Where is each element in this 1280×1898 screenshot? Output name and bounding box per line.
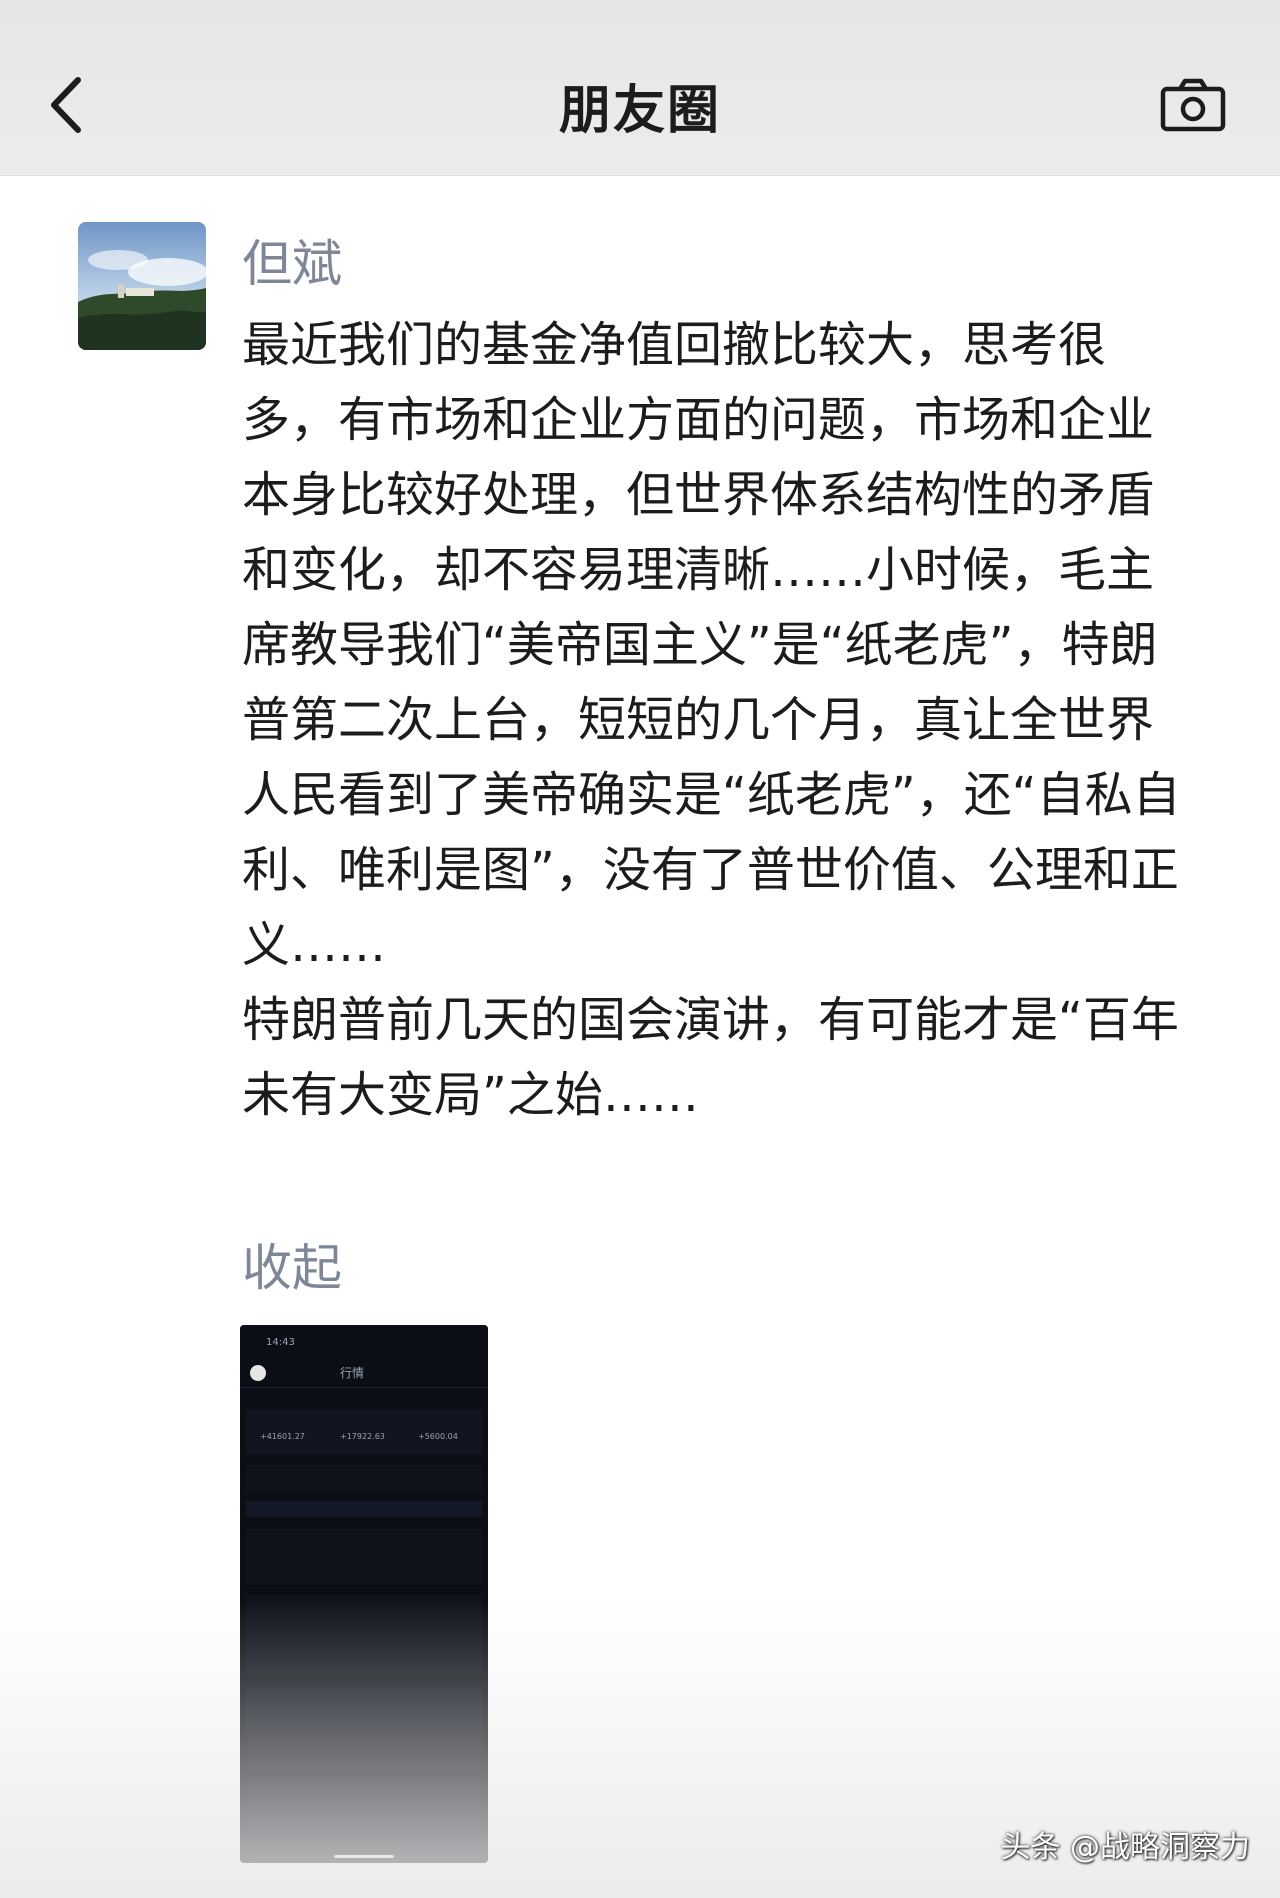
thumb-index-value: +5600.04 bbox=[418, 1432, 458, 1441]
camera-icon bbox=[1160, 78, 1226, 132]
thumb-time: 14:43 bbox=[266, 1337, 295, 1348]
camera-button[interactable] bbox=[1160, 78, 1226, 132]
thumb-tab: 行情 bbox=[340, 1366, 364, 1380]
page-title: 朋友圈 bbox=[558, 81, 721, 141]
top-nav-bar: 朋友圈 bbox=[0, 0, 1280, 176]
post-content: 最近我们的基金净值回撤比较大，思考很多，有市场和企业方面的问题，市场和企业本身比… bbox=[242, 308, 1182, 1133]
avatar-landscape-image bbox=[78, 222, 206, 350]
post-paragraph: 最近我们的基金净值回撤比较大，思考很多，有市场和企业方面的问题，市场和企业本身比… bbox=[242, 317, 1181, 973]
source-watermark: 头条 @战略洞察力 bbox=[1000, 1830, 1250, 1865]
thumb-index-value: +17922.63 bbox=[340, 1432, 385, 1441]
collapse-link[interactable]: 收起 bbox=[242, 1228, 342, 1300]
post-paragraph: 特朗普前几天的国会演讲，有可能才是“百年未有大变局”之始…… bbox=[242, 992, 1179, 1123]
post-author[interactable]: 但斌 bbox=[242, 224, 342, 296]
avatar[interactable] bbox=[78, 222, 206, 350]
thumb-index-value: +41601.27 bbox=[260, 1432, 305, 1441]
